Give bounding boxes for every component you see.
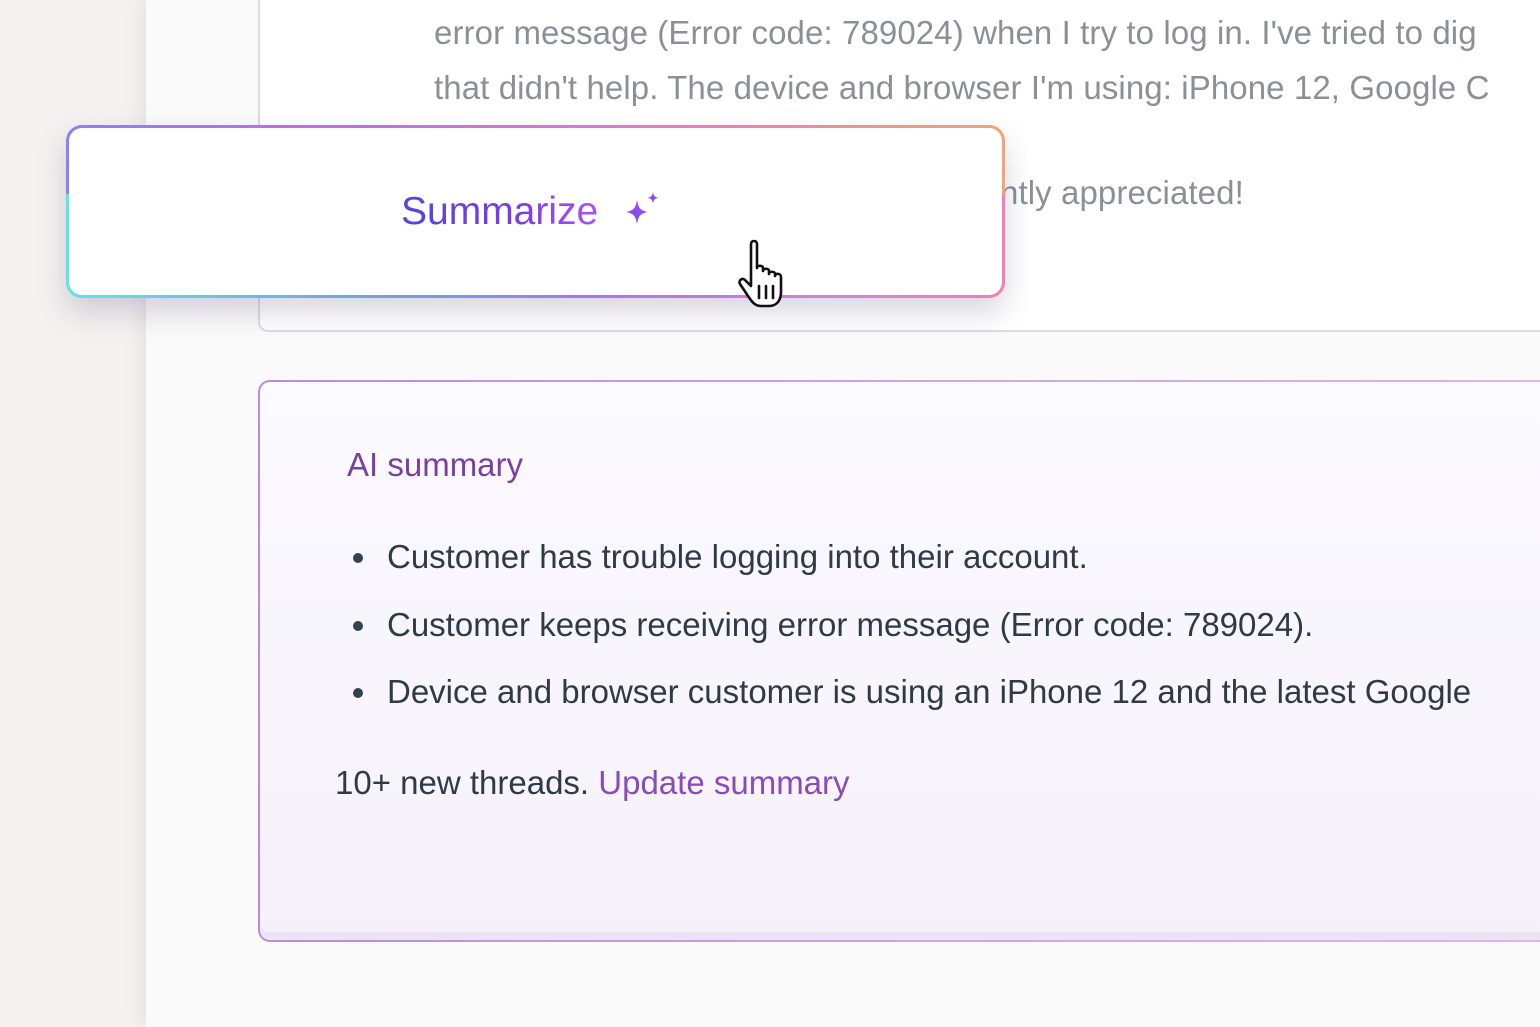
message-line: ntly appreciated!: [1000, 174, 1244, 211]
summarize-label: Summarize: [401, 190, 599, 233]
hand-cursor-icon: [738, 239, 783, 308]
bullet-dot: [353, 553, 363, 563]
bullet-dot: [353, 688, 363, 698]
summary-footer: 10+ new threads. Update summary: [335, 764, 850, 802]
summary-bullet: Customer has trouble logging into their …: [387, 538, 1088, 575]
message-line: error message (Error code: 789024) when …: [434, 14, 1477, 51]
summary-bullet: Customer keeps receiving error message (…: [387, 606, 1314, 643]
ai-summary-title: AI summary: [347, 446, 524, 483]
summary-bullet: Device and browser customer is using an …: [387, 673, 1472, 710]
new-threads-text: 10+ new threads.: [335, 764, 590, 801]
update-summary-link[interactable]: Update summary: [598, 764, 849, 801]
sparkle-icon: [626, 192, 659, 224]
bullet-dot: [353, 621, 363, 631]
message-line: that didn't help. The device and browser…: [434, 69, 1490, 106]
summarize-button[interactable]: Summarize: [66, 125, 1005, 299]
